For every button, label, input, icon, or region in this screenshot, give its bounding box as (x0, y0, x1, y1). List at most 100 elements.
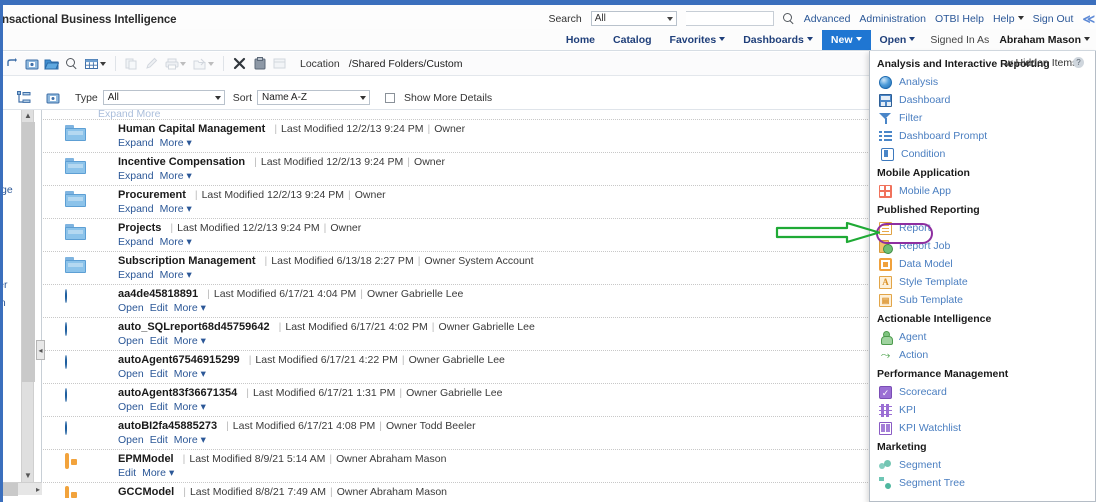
menu-item-segment-tree[interactable]: Segment Tree (870, 474, 1095, 492)
administration-link[interactable]: Administration (859, 13, 926, 25)
sidebar-horizontal-scrollbar[interactable]: ▸ (0, 482, 42, 496)
print-chevron-icon (180, 61, 186, 66)
menu-item-sub-template[interactable]: ▤ Sub Template (870, 291, 1095, 309)
row-action-more[interactable]: More ▾ (174, 335, 206, 347)
row-action-open[interactable]: Open (118, 335, 144, 347)
row-name[interactable]: Procurement (118, 189, 186, 201)
sidebar-vertical-scrollbar[interactable]: ▲ ▼ (21, 110, 35, 482)
row-name[interactable]: GCCModel (118, 486, 174, 498)
row-action-more[interactable]: More ▾ (174, 302, 206, 314)
row-action-expand[interactable]: Expand (118, 137, 154, 149)
row-meta: | Last Modified 6/17/21 4:08 PM | Owner Tod… (226, 420, 476, 432)
sort-select[interactable]: Name A-Z (257, 90, 371, 105)
menu-item-style-template[interactable]: A Style Template (870, 273, 1095, 291)
menu-item-dashboard[interactable]: Dashboard (870, 91, 1095, 109)
row-action-open[interactable]: Open (118, 434, 144, 446)
scroll-down-icon[interactable]: ▼ (24, 471, 32, 480)
help-icon[interactable]: ? (1073, 57, 1084, 68)
row-action-more[interactable]: More ▾ (142, 467, 174, 479)
row-name[interactable]: Human Capital Management (118, 123, 265, 135)
sidebar-scroll-thumb[interactable] (22, 122, 35, 382)
delete-icon[interactable] (230, 54, 249, 73)
back-icon[interactable] (2, 54, 21, 73)
segment-icon (879, 459, 892, 472)
otbi-help-link[interactable]: OTBI Help (935, 13, 984, 25)
search-icon[interactable] (782, 12, 795, 25)
user-menu[interactable]: Abraham Mason (995, 31, 1094, 49)
row-action-more[interactable]: More ▾ (174, 401, 206, 413)
menu-item-mobile-app[interactable]: Mobile App (870, 182, 1095, 200)
nav-catalog[interactable]: Catalog (604, 30, 661, 50)
advanced-link[interactable]: Advanced (804, 13, 851, 25)
search-scope-select[interactable]: All (590, 11, 677, 26)
row-name[interactable]: autoAgent67546915299 (118, 354, 240, 366)
row-name[interactable]: Subscription Management (118, 255, 256, 267)
sign-out-link[interactable]: Sign Out (1033, 13, 1074, 25)
row-action-expand[interactable]: Expand (118, 236, 154, 248)
show-more-details-checkbox[interactable] (385, 92, 396, 103)
row-name[interactable]: auto_SQLreport68d45759642 (118, 321, 270, 333)
help-menu[interactable]: Help (993, 13, 1024, 25)
row-name[interactable]: autoBI2fa45885273 (118, 420, 217, 432)
row-action-edit[interactable]: Edit (118, 467, 136, 479)
row-action-more[interactable]: More ▾ (160, 203, 192, 215)
row-action-more[interactable]: More ▾ (174, 368, 206, 380)
sidebar-collapse-grip[interactable]: ◂ (36, 340, 45, 360)
row-action-expand[interactable]: Expand (118, 269, 154, 281)
menu-item-label: Mobile App (899, 185, 951, 197)
tree-view-icon[interactable] (14, 88, 33, 107)
row-name[interactable]: EPMModel (118, 453, 174, 465)
row-name[interactable]: Incentive Compensation (118, 156, 245, 168)
new-folder-icon[interactable] (22, 54, 41, 73)
row-action-edit[interactable]: Edit (150, 302, 168, 314)
row-action-open[interactable]: Open (118, 368, 144, 380)
row-action-more[interactable]: More ▾ (160, 137, 192, 149)
refresh-folder-icon[interactable] (43, 88, 62, 107)
search-icon[interactable] (62, 54, 81, 73)
nav-favorites[interactable]: Favorites (661, 30, 735, 50)
menu-item-kpi[interactable]: KPI (870, 401, 1095, 419)
row-action-more[interactable]: More ▾ (160, 170, 192, 182)
menu-item-condition[interactable]: Condition (870, 145, 1095, 163)
type-select[interactable]: All (102, 90, 225, 105)
row-name[interactable]: aa4de45818891 (118, 288, 198, 300)
nav-home[interactable]: Home (557, 30, 604, 50)
row-action-more[interactable]: More ▾ (160, 236, 192, 248)
row-action-edit[interactable]: Edit (150, 401, 168, 413)
row-action-more[interactable]: More ▾ (174, 434, 206, 446)
menu-item-scorecard[interactable]: ✓ Scorecard (870, 383, 1095, 401)
paste-icon[interactable] (250, 54, 269, 73)
view-options-icon[interactable] (82, 54, 101, 73)
scroll-right-icon[interactable]: ▸ (36, 483, 40, 496)
row-action-expand[interactable]: Expand (118, 203, 154, 215)
menu-item-data-model[interactable]: Data Model (870, 255, 1095, 273)
menu-item-filter[interactable]: Filter (870, 109, 1095, 127)
row-action-more[interactable]: More ▾ (160, 269, 192, 281)
search-input[interactable] (685, 11, 774, 26)
menu-item-report[interactable]: Report (870, 219, 1095, 237)
menu-item-report-job[interactable]: Report Job (870, 237, 1095, 255)
open-folder-icon[interactable] (42, 54, 61, 73)
collapse-header-icon[interactable]: ≪ (1082, 12, 1095, 26)
row-action-edit[interactable]: Edit (150, 368, 168, 380)
row-name[interactable]: Projects (118, 222, 161, 234)
menu-item-dashboard-prompt[interactable]: Dashboard Prompt (870, 127, 1095, 145)
row-action-edit[interactable]: Edit (150, 434, 168, 446)
type-value: All (107, 92, 119, 103)
row-action-edit[interactable]: Edit (150, 335, 168, 347)
menu-item-analysis[interactable]: Analysis (870, 73, 1095, 91)
scroll-up-icon[interactable]: ▲ (24, 111, 32, 120)
row-action-open[interactable]: Open (118, 401, 144, 413)
row-action-open[interactable]: Open (118, 302, 144, 314)
menu-item-label: Segment Tree (899, 477, 965, 489)
nav-new[interactable]: New (821, 30, 871, 50)
menu-item-label: Scorecard (899, 386, 947, 398)
menu-item-agent[interactable]: Agent (870, 328, 1095, 346)
nav-open[interactable]: Open (871, 30, 925, 50)
row-action-expand[interactable]: Expand (118, 170, 154, 182)
menu-item-action[interactable]: ⤳ Action (870, 346, 1095, 364)
menu-item-segment[interactable]: Segment (870, 456, 1095, 474)
menu-item-kpi-watchlist[interactable]: KPI Watchlist (870, 419, 1095, 437)
nav-dashboards[interactable]: Dashboards (734, 30, 822, 50)
row-name[interactable]: autoAgent83f36671354 (118, 387, 237, 399)
